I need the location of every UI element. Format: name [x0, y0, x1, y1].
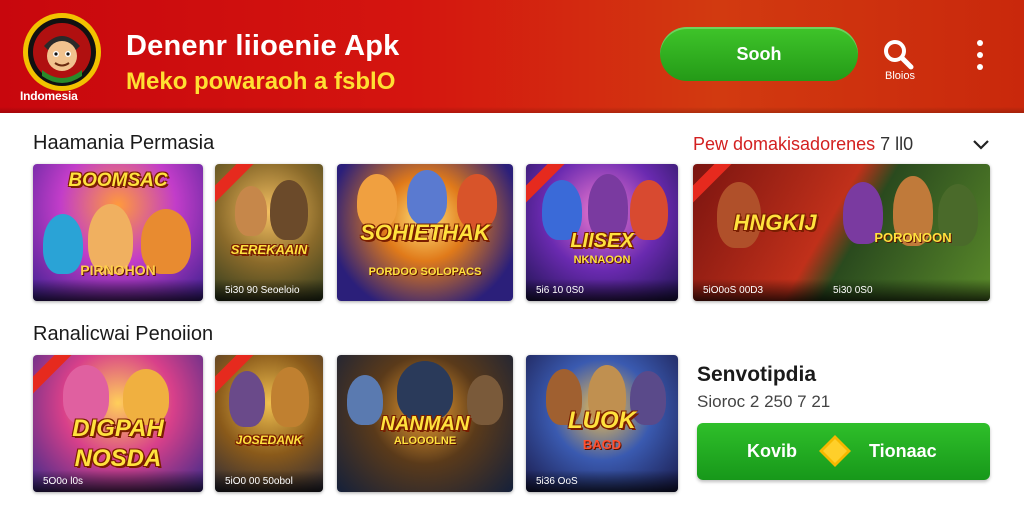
card-logo: SOHIETHAK: [360, 220, 490, 245]
app-header: Indomesia Denenr liioenie Apk Meko powar…: [0, 0, 1024, 113]
section-title-featured: Haamania Permasia: [33, 132, 215, 154]
card-sub: BAGD: [582, 437, 622, 452]
card-logo: JOSEDANK: [235, 433, 303, 447]
card-sub: NOSDA: [74, 445, 162, 472]
section-title-popular: Ranalicwai Penoiion: [33, 323, 214, 345]
game-card[interactable]: DIGPAH NOSDA 5O0o l0s: [33, 355, 203, 492]
app-title: Denenr liioenie Apk: [126, 30, 400, 62]
card-sub: PIRNOHON: [80, 262, 156, 278]
card-logo: DIGPAH: [72, 415, 164, 442]
download-button-left-label: Kovib: [747, 441, 798, 461]
more-menu-icon[interactable]: [970, 40, 990, 70]
logo-label: Indomesia: [20, 89, 78, 103]
card-logo: NANMAN: [380, 413, 470, 435]
chevron-down-icon[interactable]: [972, 138, 990, 152]
card-logo: SEREKAAIN: [230, 242, 308, 257]
card-caption: [33, 279, 203, 301]
card-caption-right: 5i30 0S0: [833, 285, 873, 296]
info-subtitle: Sioroc 2 250 7 21: [697, 392, 831, 411]
download-button-right-label: Tionaac: [869, 441, 937, 461]
card-sub: PORONOON: [874, 230, 952, 245]
info-title: Senvotipdia: [697, 363, 817, 386]
card-caption: 5i6 10 0S0: [526, 279, 678, 301]
search-button[interactable]: Sooh: [660, 27, 858, 81]
game-card[interactable]: LIISEX NKNAOON 5i6 10 0S0: [526, 164, 678, 301]
promo-number: 7 ll0: [880, 134, 914, 154]
diamond-icon: [819, 435, 851, 467]
card-caption: 5i30 90 Seoeloio: [215, 279, 323, 301]
app-logo-icon[interactable]: [22, 12, 102, 92]
game-card[interactable]: HNGKIJ PORONOON 5iO0oS 00D3 5i30 0S0: [693, 164, 990, 301]
app-subtitle: Meko powaraoh a fsblO: [126, 68, 396, 95]
search-icon[interactable]: [880, 36, 916, 72]
card-logo: BOOMSAC: [68, 170, 168, 191]
game-card[interactable]: JOSEDANK 5iO0 00 50obol: [215, 355, 323, 492]
card-sub: PORDOO SOLOPACS: [368, 266, 482, 278]
game-card[interactable]: NANMAN ALOOOLNE: [337, 355, 513, 492]
card-sub: ALOOOLNE: [393, 435, 457, 447]
game-card[interactable]: BOOMSAC PIRNOHON: [33, 164, 203, 301]
card-caption-left: 5iO0oS 00D3: [703, 285, 764, 296]
card-caption: 5O0o l0s: [33, 470, 203, 492]
game-card[interactable]: LUOK BAGD 5i36 OoS: [526, 355, 678, 492]
card-caption: 5i36 OoS: [526, 470, 678, 492]
card-caption: 5iO0oS 00D3 5i30 0S0: [693, 279, 990, 301]
search-icon-label: Bloios: [885, 70, 915, 82]
card-logo: LIISEX: [570, 230, 634, 252]
card-logo: HNGKIJ: [733, 210, 817, 235]
download-button[interactable]: Kovib Tionaac: [697, 423, 990, 480]
promo-link[interactable]: Pew domakisadorenes 7 ll0: [693, 134, 913, 155]
promo-text: Pew domakisadorenes: [693, 134, 876, 154]
card-caption: 5iO0 00 50obol: [215, 470, 323, 492]
card-logo: LUOK: [568, 407, 636, 434]
game-card[interactable]: SOHIETHAK PORDOO SOLOPACS: [337, 164, 513, 301]
card-sub: NKNAOON: [573, 254, 631, 266]
game-card[interactable]: SEREKAAIN 5i30 90 Seoeloio: [215, 164, 323, 301]
